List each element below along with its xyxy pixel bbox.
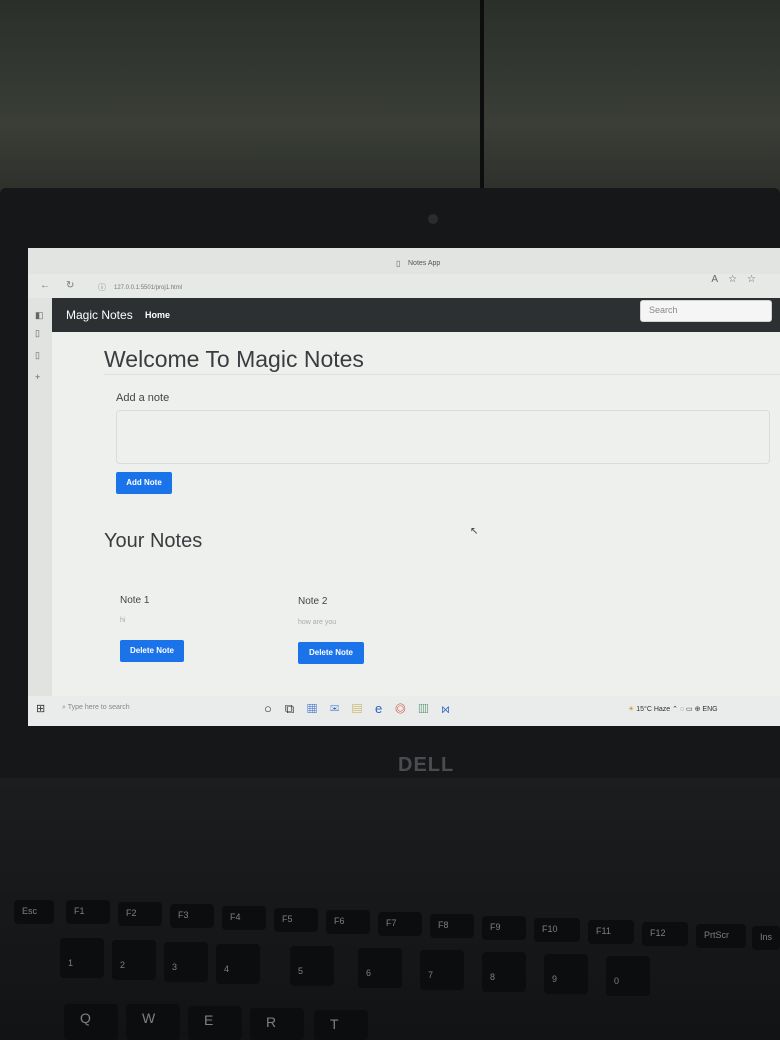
key-f7: F7: [378, 912, 422, 936]
key-e: E: [188, 1006, 242, 1040]
divider: [104, 374, 780, 375]
power-cable: [480, 0, 484, 190]
note-title: Note 2: [298, 596, 328, 607]
note-title: Note 1: [120, 595, 150, 606]
sidebar-toggle-icon[interactable]: ◧: [35, 310, 44, 321]
mouse-cursor-icon: ↖: [470, 526, 479, 537]
key-f10: F10: [534, 918, 580, 942]
main-content: Welcome To Magic Notes Add a note Add No…: [52, 332, 780, 696]
refresh-icon[interactable]: ↻: [66, 280, 74, 291]
weather-text[interactable]: 15°C Haze: [636, 706, 670, 713]
navbar: Magic Notes Home Search: [52, 298, 780, 332]
calculator-icon[interactable]: ▦: [307, 701, 330, 716]
note-text: hi: [120, 617, 126, 624]
key-6: 6: [358, 948, 402, 988]
new-tab-icon[interactable]: +: [35, 372, 40, 382]
key-9: 9: [544, 954, 588, 994]
calculator-app-icon[interactable]: ▥: [418, 701, 441, 716]
key-f1: F1: [66, 900, 110, 924]
key-f4: F4: [222, 906, 266, 930]
file-explorer-icon[interactable]: ▤: [352, 701, 375, 716]
key-f3: F3: [170, 904, 214, 928]
key-f8: F8: [430, 914, 474, 938]
key-5: 5: [290, 946, 334, 986]
key-ins: Ins: [752, 926, 780, 950]
brand-logo[interactable]: Magic Notes: [66, 308, 133, 322]
key-2: 2: [112, 940, 156, 980]
key-r: R: [250, 1008, 304, 1040]
taskbar-apps: ○⧉▦✉▤e◎▥⋈: [264, 701, 463, 717]
key-1: 1: [60, 938, 104, 978]
notes-heading: Your Notes: [104, 530, 203, 552]
key-0: 0: [606, 956, 650, 996]
nav-home-link[interactable]: Home: [145, 310, 170, 320]
windows-start-icon[interactable]: ⊞: [36, 702, 45, 715]
system-tray: ☀ 15°C Haze ⌃ ◌ ▭ ⊕ ENG: [628, 705, 718, 713]
url-text[interactable]: 127.0.0.1:5501/proj1.html: [114, 285, 182, 291]
info-icon[interactable]: ⓘ: [98, 282, 106, 293]
collections-icon[interactable]: ☆: [747, 274, 766, 285]
mail-icon[interactable]: ✉: [330, 701, 352, 716]
browser-title-bar: ▯ Notes App: [28, 248, 780, 274]
language-indicator[interactable]: ENG: [702, 706, 717, 713]
keyboard: Esc F1 F2 F3 F4 F5 F6 F7 F8 F9 F10 F11 F…: [0, 880, 780, 1040]
note-text: how are you: [298, 619, 337, 626]
page-title: Welcome To Magic Notes: [104, 346, 364, 372]
weather-icon[interactable]: ☀: [628, 706, 634, 713]
key-esc: Esc: [14, 900, 54, 924]
dell-logo: DELL: [398, 754, 455, 776]
add-note-button[interactable]: Add Note: [116, 472, 172, 494]
key-q: Q: [64, 1004, 118, 1040]
laptop-screen: ▯ Notes App ← ↻ ⓘ 127.0.0.1:5501/proj1.h…: [28, 248, 780, 726]
task-view-icon[interactable]: ⧉: [285, 701, 307, 716]
vertical-tabs-strip: ◧ ▯ ▯ +: [28, 298, 53, 696]
key-f6: F6: [326, 910, 370, 934]
tab-title[interactable]: ▯ Notes App: [396, 259, 440, 268]
key-f11: F11: [588, 920, 634, 944]
webcam: [428, 214, 438, 224]
chrome-icon[interactable]: ◎: [395, 701, 418, 716]
back-icon[interactable]: ←: [40, 280, 50, 291]
cortana-icon[interactable]: ○: [264, 701, 285, 716]
edge-icon[interactable]: e: [375, 701, 395, 716]
key-prtscr: PrtScr: [696, 924, 746, 948]
read-aloud-icon[interactable]: A: [711, 274, 728, 285]
key-f5: F5: [274, 908, 318, 932]
favorite-icon[interactable]: ☆: [728, 274, 747, 285]
taskbar-search[interactable]: ⌕ Type here to search: [62, 704, 130, 712]
add-note-label: Add a note: [116, 392, 170, 404]
key-w: W: [126, 1004, 180, 1040]
windows-taskbar: ⊞ ⌕ Type here to search ○⧉▦✉▤e◎▥⋈ ☀ 15°C…: [28, 696, 780, 726]
key-t: T: [314, 1010, 368, 1040]
delete-note-button[interactable]: Delete Note: [298, 642, 364, 664]
tray-icons[interactable]: ⌃ ◌ ▭ ⊕: [672, 706, 700, 713]
key-f2: F2: [118, 902, 162, 926]
tab-icon[interactable]: ▯: [35, 328, 40, 339]
search-input[interactable]: Search: [640, 300, 772, 322]
note-textarea[interactable]: [116, 410, 770, 464]
key-4: 4: [216, 944, 260, 984]
key-3: 3: [164, 942, 208, 982]
search-placeholder: Search: [649, 305, 678, 315]
key-f12: F12: [642, 922, 688, 946]
vscode-icon[interactable]: ⋈: [441, 701, 462, 716]
key-7: 7: [420, 950, 464, 990]
key-f9: F9: [482, 916, 526, 940]
delete-note-button[interactable]: Delete Note: [120, 640, 184, 662]
page-icon: ▯: [396, 259, 401, 268]
background-wall: [0, 0, 780, 210]
key-8: 8: [482, 952, 526, 992]
browser-toolbar-icons: A☆☆: [711, 274, 766, 285]
tab-icon[interactable]: ▯: [35, 350, 40, 361]
